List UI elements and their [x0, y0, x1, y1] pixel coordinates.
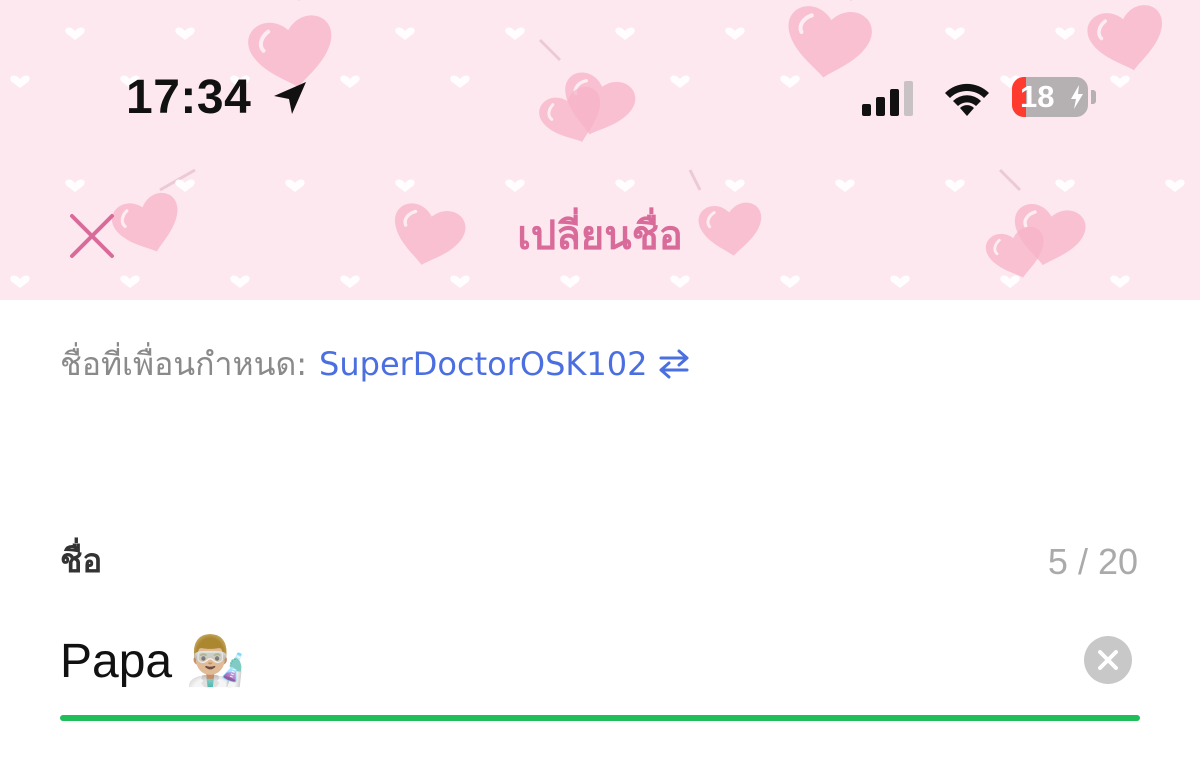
charging-bolt-icon — [1071, 85, 1083, 109]
change-name-screen: 17:34 18 เปลี่ยนชื่อ ชื่อที่เพื่อนกำหนด:… — [0, 0, 1200, 774]
battery-percentage: 18 — [1020, 79, 1055, 114]
battery-body: 18 — [1012, 77, 1088, 117]
character-counter: 5 / 20 — [1047, 541, 1138, 582]
battery-charging-icon: 18 — [1012, 77, 1096, 117]
friend-set-name-label: ชื่อที่เพื่อนกำหนด: — [60, 344, 308, 383]
friend-set-name-row: ชื่อที่เพื่อนกำหนด: SuperDoctorOSK102 — [60, 340, 691, 388]
name-input[interactable] — [60, 622, 1070, 702]
status-time: 17:34 — [126, 71, 252, 124]
page-title: เปลี่ยนชื่อ — [517, 213, 683, 259]
swap-arrows-icon[interactable] — [657, 347, 691, 381]
cellular-signal-icon — [862, 81, 913, 116]
friend-set-name-value[interactable]: SuperDoctorOSK102 — [319, 345, 647, 383]
input-underline — [60, 715, 1140, 721]
battery-cap — [1091, 90, 1096, 104]
wifi-icon — [945, 83, 989, 116]
clear-circle-icon[interactable] — [1084, 636, 1132, 684]
name-field-label: ชื่อ — [60, 541, 103, 580]
status-bar: 17:34 18 — [0, 0, 1200, 190]
header: 17:34 18 เปลี่ยนชื่อ — [0, 0, 1200, 300]
location-arrow-icon — [274, 82, 306, 114]
